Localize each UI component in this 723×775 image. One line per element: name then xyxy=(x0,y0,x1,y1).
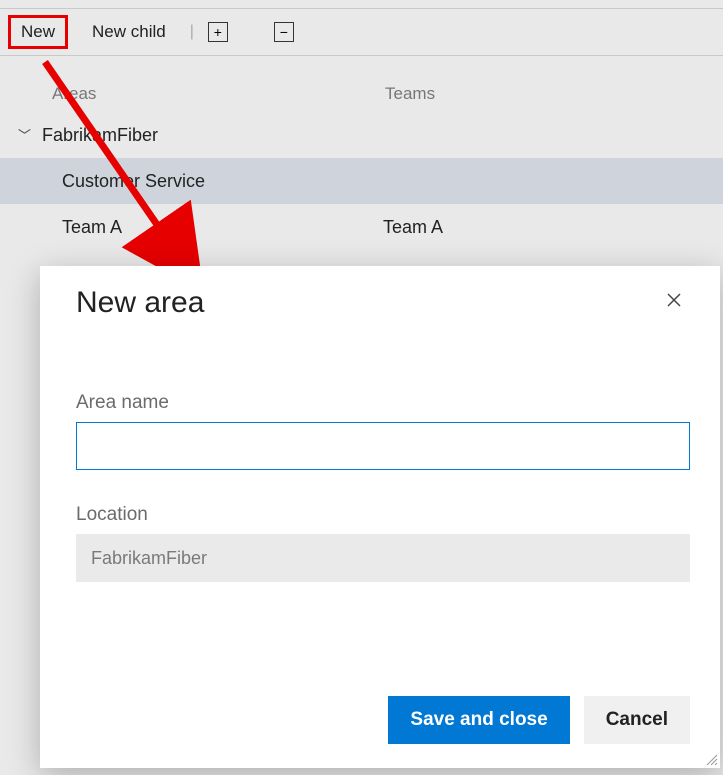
chevron-down-icon[interactable]: ﹀ xyxy=(18,125,36,144)
tree-row[interactable]: Team A Team A xyxy=(0,204,723,250)
tree-root-row[interactable]: ﹀ FabrikamFiber xyxy=(0,112,723,158)
location-label: Location xyxy=(76,504,690,526)
close-icon[interactable] xyxy=(658,286,690,319)
tree-item-team: Team A xyxy=(383,217,723,238)
new-area-dialog: New area Area name Location Save and clo… xyxy=(40,266,720,768)
expand-all-icon[interactable]: + xyxy=(208,22,228,42)
resize-handle-icon xyxy=(704,752,718,766)
location-group: Location xyxy=(76,504,690,582)
toolbar-separator: | xyxy=(190,23,194,41)
tree-item-label: Team A xyxy=(62,217,383,238)
collapse-all-icon[interactable]: − xyxy=(274,22,294,42)
area-name-input[interactable] xyxy=(76,422,690,470)
cancel-button[interactable]: Cancel xyxy=(584,696,690,744)
dialog-title: New area xyxy=(76,286,204,320)
toolbar: New New child | + − xyxy=(0,8,723,56)
area-name-group: Area name xyxy=(76,392,690,470)
dialog-header: New area xyxy=(76,286,690,320)
dialog-actions: Save and close Cancel xyxy=(388,696,690,744)
tree-row[interactable]: Customer Service xyxy=(0,158,723,204)
area-name-label: Area name xyxy=(76,392,690,414)
areas-tree: ﹀ FabrikamFiber Customer Service Team A … xyxy=(0,112,723,250)
save-and-close-button[interactable]: Save and close xyxy=(388,696,569,744)
location-input[interactable] xyxy=(76,534,690,582)
new-child-button[interactable]: New child xyxy=(82,18,176,46)
tree-item-label: Customer Service xyxy=(62,171,383,192)
areas-column-header: Areas xyxy=(0,84,385,104)
teams-column-header: Teams xyxy=(385,84,723,104)
tree-root-label: FabrikamFiber xyxy=(42,125,407,146)
new-button[interactable]: New xyxy=(8,15,68,49)
columns-header: Areas Teams xyxy=(0,56,723,112)
